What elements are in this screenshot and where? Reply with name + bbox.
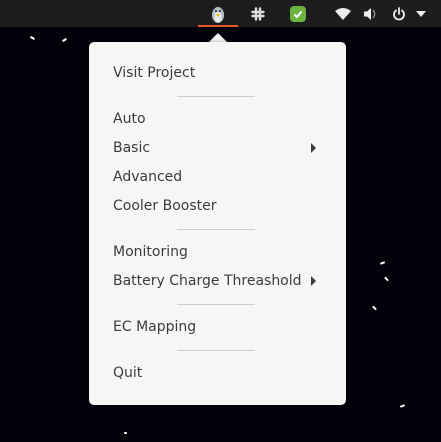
menu-item-auto[interactable]: Auto	[89, 105, 346, 133]
background-star	[399, 404, 406, 408]
menu-item-ec-mapping[interactable]: EC Mapping	[89, 313, 346, 341]
submenu-arrow-icon	[311, 143, 316, 153]
slack-icon[interactable]	[248, 0, 268, 27]
shield-check-icon[interactable]	[288, 0, 308, 27]
background-star	[372, 305, 377, 311]
indicator-menu: Visit Project Auto Basic Advanced Cooler…	[89, 42, 346, 405]
separator	[177, 96, 255, 97]
top-bar	[0, 0, 441, 27]
menu-item-quit[interactable]: Quit	[89, 359, 346, 387]
background-star	[61, 37, 68, 43]
wifi-icon[interactable]	[334, 0, 352, 27]
menu-item-label: EC Mapping	[113, 319, 197, 335]
volume-icon[interactable]	[362, 0, 380, 27]
menu-item-label: Quit	[113, 365, 143, 381]
background-star	[379, 261, 386, 265]
menu-item-advanced[interactable]: Advanced	[89, 163, 346, 191]
menu-item-label: Advanced	[113, 169, 183, 185]
tux-indicator-button[interactable]	[198, 0, 238, 27]
menu-item-battery-charge-threshold[interactable]: Battery Charge Threashold	[89, 267, 346, 295]
menu-item-label: Monitoring	[113, 244, 188, 260]
menu-item-label: Basic	[113, 140, 151, 156]
submenu-arrow-icon	[311, 276, 316, 286]
tux-icon	[212, 6, 224, 23]
power-icon[interactable]	[390, 0, 408, 27]
background-star	[124, 432, 127, 434]
active-indicator	[198, 25, 238, 27]
menu-item-label: Visit Project	[113, 65, 196, 81]
menu-item-visit-project[interactable]: Visit Project	[89, 59, 346, 87]
separator	[177, 350, 255, 351]
menu-item-basic[interactable]: Basic	[89, 134, 346, 162]
background-star	[29, 35, 36, 41]
menu-item-cooler-booster[interactable]: Cooler Booster	[89, 192, 346, 220]
background-star	[384, 276, 389, 282]
menu-item-label: Auto	[113, 111, 146, 127]
separator	[177, 304, 255, 305]
separator	[177, 229, 255, 230]
chevron-down-icon[interactable]	[414, 0, 428, 27]
menu-item-label: Battery Charge Threashold	[113, 273, 302, 289]
menu-item-label: Cooler Booster	[113, 198, 217, 214]
menu-item-monitoring[interactable]: Monitoring	[89, 238, 346, 266]
